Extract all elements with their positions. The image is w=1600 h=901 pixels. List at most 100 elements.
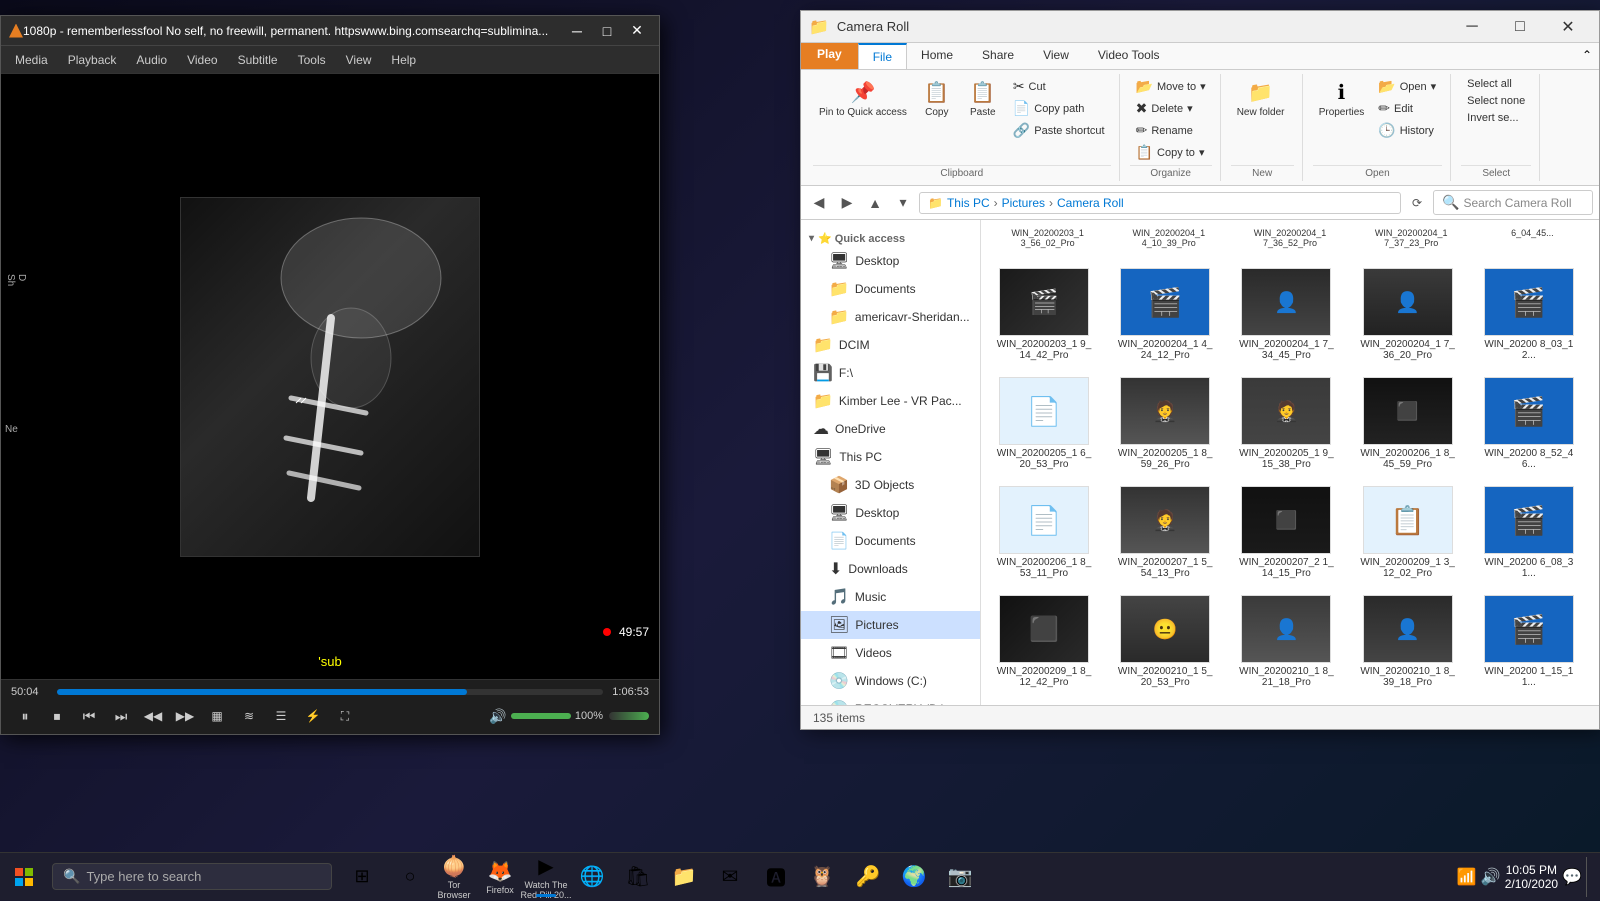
taskbar-app-tripadvisor[interactable]: 🦉 xyxy=(800,855,844,899)
ribbon-newfolder-button[interactable]: 📁 New folder xyxy=(1231,76,1291,122)
file-item-1[interactable]: 🎬 WIN_20200204_1 4_24_12_Pro xyxy=(1110,262,1220,367)
sidebar-item-f-drive[interactable]: 💾 F:\ xyxy=(801,359,980,387)
vlc-close-button[interactable]: ✕ xyxy=(623,20,651,42)
explorer-minimize-button[interactable]: ─ xyxy=(1449,11,1495,43)
vlc-next-button[interactable]: ⏭ xyxy=(107,704,135,728)
ribbon-tab-file[interactable]: File xyxy=(858,43,907,69)
vlc-volume-bar[interactable] xyxy=(511,713,571,719)
sidebar-item-desktop2[interactable]: 🖥 Desktop xyxy=(801,499,980,527)
vlc-minimize-button[interactable]: ─ xyxy=(563,20,591,42)
vlc-maximize-button[interactable]: □ xyxy=(593,20,621,42)
sidebar-quickaccess-section[interactable]: ▾ ⭐ Quick access xyxy=(801,224,980,247)
ribbon-open-button[interactable]: 📂 Open ▾ xyxy=(1372,76,1442,97)
taskbar-datetime[interactable]: 10:05 PM 2/10/2020 xyxy=(1505,863,1558,891)
breadcrumb-pictures[interactable]: Pictures xyxy=(1002,196,1045,210)
start-button[interactable] xyxy=(0,853,48,901)
ribbon-pasteshortcut-button[interactable]: 🔗 Paste shortcut xyxy=(1007,120,1111,141)
taskbar-volume-icon[interactable]: 🔊 xyxy=(1481,867,1501,887)
back-button[interactable]: ◀ xyxy=(807,191,831,215)
vlc-faster-button[interactable]: ▶▶ xyxy=(171,704,199,728)
vlc-fullscreen-button[interactable]: ⛶ xyxy=(331,704,359,728)
ribbon-delete-button[interactable]: ✖ Delete ▾ xyxy=(1130,98,1212,119)
taskbar-app-torbrowser[interactable]: 🧅 Tor Browser xyxy=(432,855,476,899)
file-item-16[interactable]: 😐 WIN_20200210_1 5_20_53_Pro xyxy=(1110,589,1220,694)
recent-button[interactable]: ▾ xyxy=(891,191,915,215)
ribbon-selectall-button[interactable]: Select all xyxy=(1461,76,1531,92)
ribbon-tab-home[interactable]: Home xyxy=(907,43,968,69)
file-item-12[interactable]: ⬛ WIN_20200207_2 1_14_15_Pro xyxy=(1231,480,1341,585)
ribbon-tab-view[interactable]: View xyxy=(1029,43,1084,69)
vlc-volume-icon[interactable]: 🔊 xyxy=(489,708,506,725)
breadcrumb-thispc[interactable]: This PC xyxy=(947,196,990,210)
taskbar-desktop-button[interactable] xyxy=(1586,857,1592,897)
taskbar-app-vlc[interactable]: ▶ Watch The Red Pill 20... xyxy=(524,855,568,899)
cortana-button[interactable]: ○ xyxy=(388,853,432,901)
taskbar-app-camera[interactable]: 📷 xyxy=(938,855,982,899)
sidebar-item-recovery-d[interactable]: 💿 RECOVERY (D:) xyxy=(801,695,980,705)
file-item-5[interactable]: 📄 WIN_20200205_1 6_20_53_Pro xyxy=(989,371,1099,476)
breadcrumb[interactable]: 📁 This PC › Pictures › Camera Roll xyxy=(919,192,1401,214)
ribbon-moveto-button[interactable]: 📂 Move to ▾ xyxy=(1130,76,1212,97)
file-item-8[interactable]: ⬛ WIN_20200206_1 8_45_59_Pro xyxy=(1353,371,1463,476)
explorer-close-button[interactable]: ✕ xyxy=(1545,11,1591,43)
vlc-stop-button[interactable]: ⏹ xyxy=(43,704,71,728)
ribbon-copy-button[interactable]: 📋 Copy xyxy=(915,76,959,122)
taskbar-search-bar[interactable]: 🔍 Type here to search xyxy=(52,863,332,890)
file-item-10[interactable]: 📄 WIN_20200206_1 8_53_11_Pro xyxy=(989,480,1099,585)
file-item-11[interactable]: 🤵 WIN_20200207_1 5_54_13_Pro xyxy=(1110,480,1220,585)
sidebar-item-desktop1[interactable]: 🖥 Desktop xyxy=(801,247,980,275)
file-item-13[interactable]: 📋 WIN_20200209_1 3_12_02_Pro xyxy=(1353,480,1463,585)
vlc-menu-subtitle[interactable]: Subtitle xyxy=(228,49,288,71)
file-item-0[interactable]: 🎬 WIN_20200203_1 9_14_42_Pro xyxy=(989,262,1099,367)
taskbar-notification-icon[interactable]: 💬 xyxy=(1562,867,1582,887)
vlc-menu-tools[interactable]: Tools xyxy=(288,49,336,71)
search-bar[interactable]: 🔍 Search Camera Roll xyxy=(1433,190,1593,215)
taskbar-app-firefox[interactable]: 🦊 Firefox xyxy=(478,855,522,899)
ribbon-pin-button[interactable]: 📌 Pin to Quick access xyxy=(813,76,913,122)
file-item-7[interactable]: 🤵 WIN_20200205_1 9_15_38_Pro xyxy=(1231,371,1341,476)
file-item-17[interactable]: 👤 WIN_20200210_1 8_21_18_Pro xyxy=(1231,589,1341,694)
vlc-playlist-button[interactable]: ☰ xyxy=(267,704,295,728)
ribbon-invertsel-button[interactable]: Invert se... xyxy=(1461,110,1531,126)
file-item-15[interactable]: ⬛ WIN_20200209_1 8_12_42_Pro xyxy=(989,589,1099,694)
vlc-menu-video[interactable]: Video xyxy=(177,49,227,71)
taskbar-app-store[interactable]: 🛍 xyxy=(616,855,660,899)
taskbar-app-mail[interactable]: ✉ xyxy=(708,855,752,899)
ribbon-rename-button[interactable]: ✏ Rename xyxy=(1130,120,1212,141)
ribbon-copyto-button[interactable]: 📋 Copy to ▾ xyxy=(1130,142,1212,163)
vlc-progress-bar[interactable] xyxy=(57,689,603,695)
vlc-prev-button[interactable]: ⏮ xyxy=(75,704,103,728)
up-button[interactable]: ▲ xyxy=(863,191,887,215)
refresh-button[interactable]: ⟳ xyxy=(1405,191,1429,215)
sidebar-item-pictures[interactable]: 🖼 Pictures xyxy=(801,611,980,639)
vlc-menu-audio[interactable]: Audio xyxy=(126,49,177,71)
vlc-eq-button[interactable]: ≋ xyxy=(235,704,263,728)
file-item-6[interactable]: 🤵 WIN_20200205_1 8_59_26_Pro xyxy=(1110,371,1220,476)
sidebar-item-windows-c[interactable]: 💿 Windows (C:) xyxy=(801,667,980,695)
file-item-4[interactable]: 🎬 WIN_20200 8_03_12... xyxy=(1474,262,1584,367)
taskbar-app-amazon[interactable]: 🅰 xyxy=(754,855,798,899)
file-item-18[interactable]: 👤 WIN_20200210_1 8_39_18_Pro xyxy=(1353,589,1463,694)
vlc-frame-button[interactable]: ▦ xyxy=(203,704,231,728)
explorer-maximize-button[interactable]: □ xyxy=(1497,11,1543,43)
ribbon-history-button[interactable]: 🕒 History xyxy=(1372,120,1442,141)
ribbon-cut-button[interactable]: ✂ Cut xyxy=(1007,76,1111,97)
taskview-button[interactable]: ⊞ xyxy=(340,853,384,901)
vlc-menu-media[interactable]: Media xyxy=(5,49,58,71)
sidebar-item-kimber[interactable]: 📁 Kimber Lee - VR Pac... xyxy=(801,387,980,415)
vlc-slower-button[interactable]: ◀◀ xyxy=(139,704,167,728)
sidebar-item-videos[interactable]: 🎞 Videos xyxy=(801,639,980,667)
ribbon-tab-share[interactable]: Share xyxy=(968,43,1029,69)
sidebar-item-thispc[interactable]: 🖥 This PC xyxy=(801,443,980,471)
ribbon-properties-button[interactable]: ℹ Properties xyxy=(1313,76,1371,122)
file-item-2[interactable]: 👤 WIN_20200204_1 7_34_45_Pro xyxy=(1231,262,1341,367)
taskbar-app-firefox2[interactable]: 🌍 xyxy=(892,855,936,899)
vlc-video-area[interactable]: 'sub 49:57 DSh Ne xyxy=(1,74,659,679)
file-item-19[interactable]: 🎬 WIN_20200 1_15_11... xyxy=(1474,589,1584,694)
sidebar-item-onedrive[interactable]: ☁ OneDrive xyxy=(801,415,980,443)
taskbar-app-edge[interactable]: 🌐 xyxy=(570,855,614,899)
ribbon-edit-button[interactable]: ✏ Edit xyxy=(1372,98,1442,119)
forward-button[interactable]: ▶ xyxy=(835,191,859,215)
ribbon-collapse-button[interactable]: ⌃ xyxy=(1579,47,1595,63)
sidebar-item-americavr[interactable]: 📁 americavr-Sheridan... xyxy=(801,303,980,331)
